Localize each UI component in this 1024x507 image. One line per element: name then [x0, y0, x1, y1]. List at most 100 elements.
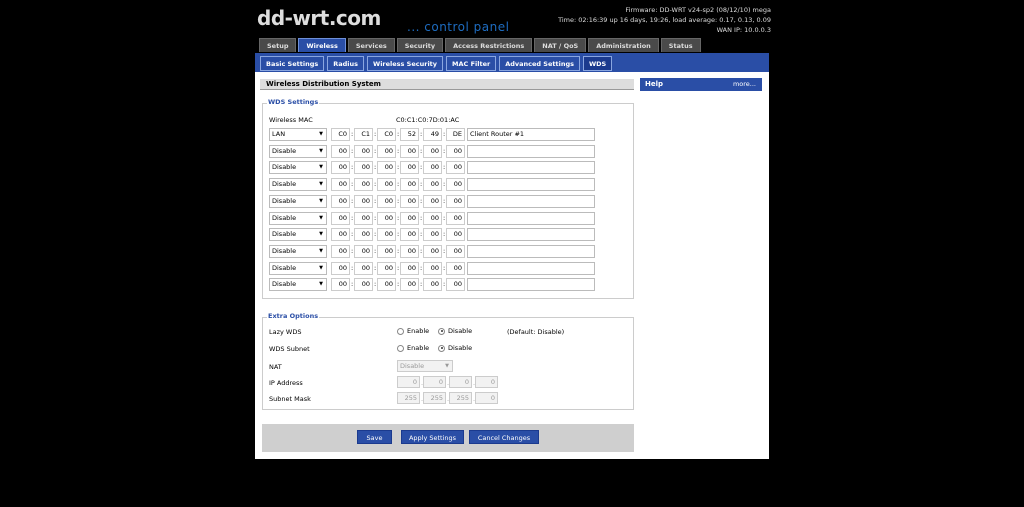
mac-octet-input[interactable]: 00: [446, 194, 465, 208]
mac-octet-input[interactable]: 00: [446, 211, 465, 225]
wds-mode-select[interactable]: Disable ▼: [269, 161, 327, 175]
mac-octet-input[interactable]: 00: [423, 278, 442, 292]
wds-subnet-disable-option[interactable]: Disable: [438, 344, 472, 352]
mask-octet-input[interactable]: 0: [475, 392, 498, 404]
wds-mode-select[interactable]: Disable ▼: [269, 194, 327, 208]
save-button[interactable]: Save: [357, 430, 392, 444]
wds-mode-select[interactable]: Disable ▼: [269, 211, 327, 225]
mac-octet-input[interactable]: 00: [377, 244, 396, 258]
mac-octet-input[interactable]: 00: [400, 278, 419, 292]
subtab-advanced-settings[interactable]: Advanced Settings: [499, 56, 580, 71]
tab-setup[interactable]: Setup: [259, 38, 297, 52]
mac-octet-input[interactable]: 00: [400, 161, 419, 175]
mac-octet-input[interactable]: 00: [377, 161, 396, 175]
mac-octet-input[interactable]: 00: [377, 228, 396, 242]
mac-octet-input[interactable]: DE: [446, 128, 465, 141]
mac-octet-input[interactable]: 00: [331, 278, 350, 292]
mac-octet-input[interactable]: 00: [400, 261, 419, 275]
mac-octet-input[interactable]: 00: [331, 194, 350, 208]
mac-octet-input[interactable]: 00: [377, 178, 396, 192]
mac-octet-input[interactable]: C0: [331, 128, 350, 141]
mac-octet-input[interactable]: 49: [423, 128, 442, 141]
mac-octet-input[interactable]: 00: [446, 178, 465, 192]
mac-octet-input[interactable]: 00: [331, 244, 350, 258]
mac-octet-input[interactable]: 00: [331, 211, 350, 225]
mac-octet-input[interactable]: 00: [377, 278, 396, 292]
mask-octet-input[interactable]: 255: [397, 392, 420, 404]
tab-wireless[interactable]: Wireless: [298, 38, 346, 52]
mac-octet-input[interactable]: 00: [423, 194, 442, 208]
tab-services[interactable]: Services: [347, 38, 395, 52]
mac-octet-input[interactable]: 00: [354, 161, 373, 175]
mac-octet-input[interactable]: 00: [423, 228, 442, 242]
mac-octet-input[interactable]: 00: [423, 144, 442, 158]
wds-description-input[interactable]: [467, 178, 595, 192]
mac-octet-input[interactable]: 00: [354, 178, 373, 192]
tab-status[interactable]: Status: [660, 38, 701, 52]
wds-mode-select[interactable]: Disable ▼: [269, 178, 327, 192]
mask-octet-input[interactable]: 255: [423, 392, 446, 404]
tab-administration[interactable]: Administration: [588, 38, 659, 52]
radio-icon[interactable]: [397, 344, 404, 352]
radio-checked-icon[interactable]: [438, 344, 445, 352]
wds-mode-select[interactable]: Disable ▼: [269, 244, 327, 258]
mac-octet-input[interactable]: 00: [446, 244, 465, 258]
mac-octet-input[interactable]: 00: [423, 244, 442, 258]
logo[interactable]: dd-wrt.com: [257, 6, 381, 30]
wds-mode-select[interactable]: Disable ▼: [269, 278, 327, 292]
mac-octet-input[interactable]: 00: [354, 194, 373, 208]
mac-octet-input[interactable]: 00: [377, 211, 396, 225]
mac-octet-input[interactable]: 00: [446, 228, 465, 242]
mac-octet-input[interactable]: 00: [331, 178, 350, 192]
mac-octet-input[interactable]: 00: [377, 194, 396, 208]
mac-octet-input[interactable]: 00: [354, 261, 373, 275]
radio-icon[interactable]: [397, 327, 404, 335]
mac-octet-input[interactable]: 00: [446, 278, 465, 292]
mac-octet-input[interactable]: 00: [331, 161, 350, 175]
mac-octet-input[interactable]: 00: [446, 261, 465, 275]
wds-mode-select[interactable]: Disable ▼: [269, 261, 327, 275]
help-more-link[interactable]: more...: [733, 78, 756, 91]
wds-mode-select[interactable]: LAN ▼: [269, 128, 327, 141]
mac-octet-input[interactable]: 00: [377, 144, 396, 158]
wds-mode-select[interactable]: Disable ▼: [269, 228, 327, 242]
wds-description-input[interactable]: Client Router #1: [467, 128, 595, 141]
wds-mode-select[interactable]: Disable ▼: [269, 144, 327, 158]
mac-octet-input[interactable]: 00: [400, 194, 419, 208]
tab-nat-qos[interactable]: NAT / QoS: [534, 38, 587, 52]
nat-select[interactable]: Disable ▼: [397, 360, 453, 372]
mac-octet-input[interactable]: 00: [331, 228, 350, 242]
subtab-radius[interactable]: Radius: [327, 56, 365, 71]
mac-octet-input[interactable]: 00: [400, 228, 419, 242]
cancel-changes-button[interactable]: Cancel Changes: [469, 430, 539, 444]
radio-checked-icon[interactable]: [438, 327, 445, 335]
subtab-basic-settings[interactable]: Basic Settings: [260, 56, 325, 71]
mac-octet-input[interactable]: 00: [423, 161, 442, 175]
wds-description-input[interactable]: [467, 261, 595, 275]
mac-octet-input[interactable]: 00: [400, 178, 419, 192]
wds-description-input[interactable]: [467, 278, 595, 292]
wds-description-input[interactable]: [467, 161, 595, 175]
tab-access-restrictions[interactable]: Access Restrictions: [445, 38, 533, 52]
wds-description-input[interactable]: [467, 228, 595, 242]
apply-settings-button[interactable]: Apply Settings: [401, 430, 464, 444]
wds-description-input[interactable]: [467, 211, 595, 225]
mac-octet-input[interactable]: 00: [331, 261, 350, 275]
subtab-wireless-security[interactable]: Wireless Security: [367, 56, 444, 71]
mac-octet-input[interactable]: 00: [400, 244, 419, 258]
mac-octet-input[interactable]: 52: [400, 128, 419, 141]
ip-octet-input[interactable]: 0: [449, 376, 472, 388]
mac-octet-input[interactable]: 00: [400, 144, 419, 158]
wds-subnet-enable-option[interactable]: Enable: [397, 344, 429, 352]
mac-octet-input[interactable]: 00: [446, 161, 465, 175]
ip-octet-input[interactable]: 0: [423, 376, 446, 388]
mac-octet-input[interactable]: 00: [400, 211, 419, 225]
tab-security[interactable]: Security: [396, 38, 444, 52]
mac-octet-input[interactable]: C1: [354, 128, 373, 141]
lazy-wds-disable-option[interactable]: Disable: [438, 327, 472, 335]
ip-octet-input[interactable]: 0: [397, 376, 420, 388]
mac-octet-input[interactable]: 00: [354, 244, 373, 258]
mac-octet-input[interactable]: 00: [354, 211, 373, 225]
wds-description-input[interactable]: [467, 194, 595, 208]
ip-octet-input[interactable]: 0: [475, 376, 498, 388]
